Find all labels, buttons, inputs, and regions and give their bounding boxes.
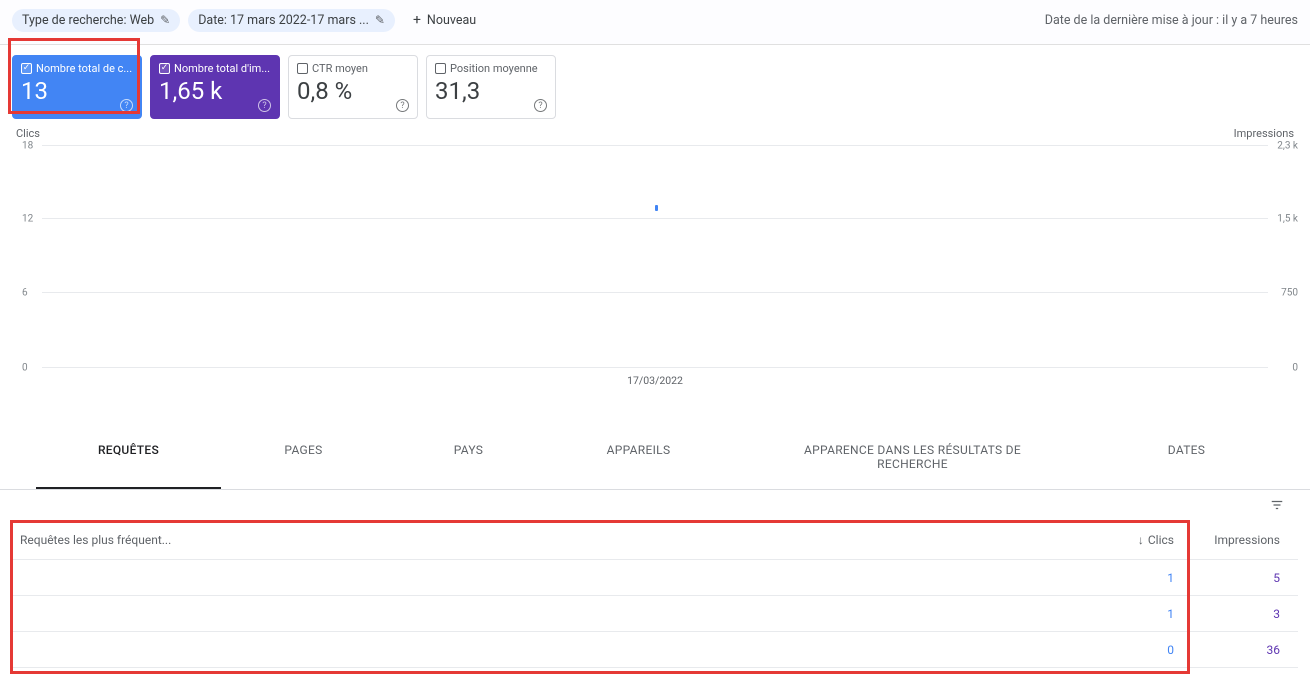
x-tick: 17/03/2022 bbox=[627, 374, 683, 387]
help-icon[interactable]: ? bbox=[258, 99, 271, 112]
tab-pays[interactable]: PAYS bbox=[386, 427, 551, 489]
y-tick: 0 bbox=[22, 363, 28, 374]
cell-impressions: 36 bbox=[1192, 643, 1298, 657]
col-header-clicks-label: Clics bbox=[1148, 533, 1174, 547]
cell-impressions: 5 bbox=[1192, 571, 1298, 585]
col-header-query[interactable]: Requêtes les plus fréquent... bbox=[12, 533, 1086, 547]
metric-card-impressions[interactable]: ✓ Nombre total d'im... 1,65 k ? bbox=[150, 55, 280, 119]
metric-card-clicks[interactable]: ✓ Nombre total de c... 13 ? bbox=[12, 55, 142, 119]
metric-card-ctr[interactable]: CTR moyen 0,8 % ? bbox=[288, 55, 418, 119]
pencil-icon: ✎ bbox=[375, 13, 385, 27]
new-filter-label: Nouveau bbox=[427, 13, 476, 28]
cell-impressions: 3 bbox=[1192, 607, 1298, 621]
checkbox-icon bbox=[435, 63, 446, 74]
plus-icon: + bbox=[413, 12, 421, 28]
checkbox-icon: ✓ bbox=[159, 63, 170, 74]
checkbox-icon: ✓ bbox=[21, 63, 32, 74]
metric-value: 0,8 % bbox=[297, 77, 409, 105]
cell-clicks: 0 bbox=[1086, 643, 1192, 657]
tabs: REQUÊTES PAGES PAYS APPAREILS APPARENCE … bbox=[0, 427, 1310, 490]
col-header-impressions[interactable]: Impressions bbox=[1192, 533, 1298, 547]
y-tick: 6 bbox=[22, 287, 28, 298]
help-icon[interactable]: ? bbox=[534, 99, 547, 112]
y-axis-left-label: Clics bbox=[16, 127, 40, 140]
checkbox-icon bbox=[297, 63, 308, 74]
filter-chip-label: Date: 17 mars 2022-17 mars ... bbox=[198, 13, 369, 28]
y-tick: 12 bbox=[22, 214, 33, 225]
filter-icon[interactable] bbox=[1268, 498, 1286, 512]
last-update-text: Date de la dernière mise à jour : il y a… bbox=[1045, 13, 1298, 28]
help-icon[interactable]: ? bbox=[120, 99, 133, 112]
metric-label: Nombre total de c... bbox=[36, 62, 132, 75]
table-row[interactable]: 1 5 bbox=[12, 560, 1298, 596]
y-tick: 0 bbox=[1292, 363, 1298, 374]
y-tick: 18 bbox=[22, 141, 33, 152]
metric-label: Position moyenne bbox=[450, 62, 538, 75]
metric-value: 13 bbox=[21, 77, 133, 105]
metrics-row: ✓ Nombre total de c... 13 ? ✓ Nombre tot… bbox=[0, 45, 1310, 119]
filter-bar: Type de recherche: Web ✎ Date: 17 mars 2… bbox=[0, 0, 1310, 45]
filter-chip-date[interactable]: Date: 17 mars 2022-17 mars ... ✎ bbox=[188, 9, 395, 32]
tab-dates[interactable]: DATES bbox=[1099, 427, 1274, 489]
col-header-clicks[interactable]: ↓ Clics bbox=[1086, 533, 1192, 547]
data-point bbox=[655, 205, 658, 211]
filter-chip-label: Type de recherche: Web bbox=[22, 13, 154, 28]
tab-pages[interactable]: PAGES bbox=[221, 427, 386, 489]
table-toolbar bbox=[0, 490, 1310, 520]
data-table: Requêtes les plus fréquent... ↓ Clics Im… bbox=[12, 520, 1298, 668]
metric-value: 1,65 k bbox=[159, 77, 271, 105]
tab-appareils[interactable]: APPAREILS bbox=[551, 427, 726, 489]
cell-clicks: 1 bbox=[1086, 607, 1192, 621]
y-tick: 2,3 k bbox=[1277, 141, 1298, 152]
cell-clicks: 1 bbox=[1086, 571, 1192, 585]
chart-grid: 182,3 k 121,5 k 6750 00 bbox=[42, 145, 1268, 367]
tab-apparence[interactable]: APPARENCE DANS LES RÉSULTATS DE RECHERCH… bbox=[726, 427, 1099, 489]
metric-card-position[interactable]: Position moyenne 31,3 ? bbox=[426, 55, 556, 119]
tab-requetes[interactable]: REQUÊTES bbox=[36, 427, 221, 489]
help-icon[interactable]: ? bbox=[396, 99, 409, 112]
metric-label: Nombre total d'im... bbox=[174, 62, 270, 75]
filter-chip-search-type[interactable]: Type de recherche: Web ✎ bbox=[12, 9, 180, 32]
pencil-icon: ✎ bbox=[160, 13, 170, 27]
table-row[interactable]: 0 36 bbox=[12, 632, 1298, 668]
table-header-row: Requêtes les plus fréquent... ↓ Clics Im… bbox=[12, 520, 1298, 560]
y-tick: 750 bbox=[1281, 287, 1298, 298]
table-row[interactable]: 1 3 bbox=[12, 596, 1298, 632]
metric-label: CTR moyen bbox=[312, 62, 368, 75]
new-filter-button[interactable]: + Nouveau bbox=[403, 8, 486, 32]
arrow-down-icon: ↓ bbox=[1138, 533, 1144, 547]
y-tick: 1,5 k bbox=[1277, 214, 1298, 225]
metric-value: 31,3 bbox=[435, 77, 547, 105]
y-axis-right-label: Impressions bbox=[1234, 127, 1294, 140]
chart-area: Clics Impressions 182,3 k 121,5 k 6750 0… bbox=[12, 127, 1298, 397]
